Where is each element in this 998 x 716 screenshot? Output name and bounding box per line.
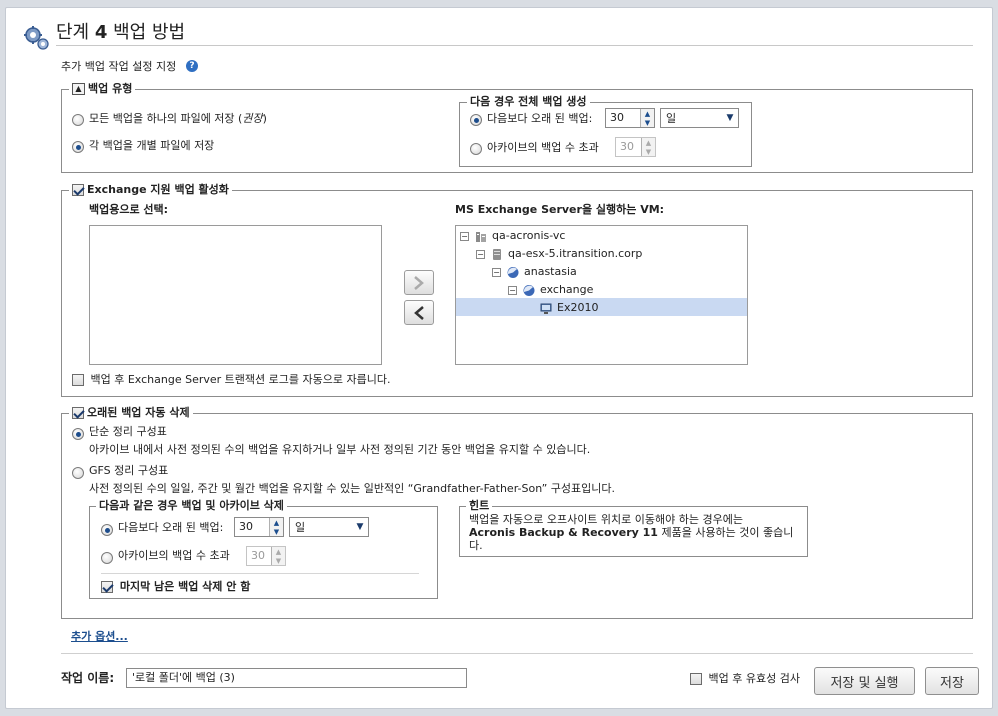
full-count-stepper[interactable]: 30 ▲ ▼: [615, 137, 656, 157]
gfs-scheme-label: GFS 정리 구성표: [89, 464, 169, 477]
help-icon[interactable]: ?: [186, 60, 198, 72]
datacenter-icon: [476, 231, 486, 242]
save-button[interactable]: 저장: [925, 667, 979, 695]
spin-down-icon: ▼: [275, 556, 282, 565]
separate-files-label: 각 백업을 개별 파일에 저장: [89, 139, 215, 152]
spin-up-icon[interactable]: ▲: [641, 109, 654, 118]
chevron-right-icon: [414, 275, 424, 290]
vm-tree[interactable]: − qa-acronis-vc − qa-esx-5.itransition.c…: [455, 225, 748, 365]
remove-button[interactable]: [404, 300, 434, 325]
simple-scheme-label: 단순 정리 구성표: [89, 425, 167, 438]
resource-pool-icon: [523, 284, 535, 296]
select-for-backup-label: 백업용으로 선택:: [89, 203, 169, 216]
chevron-down-icon: ▼: [726, 113, 734, 123]
tree-node-selected[interactable]: Ex2010: [540, 301, 598, 315]
backup-type-legend: ▲ 백업 유형: [69, 82, 136, 96]
truncate-logs-checkbox[interactable]: [72, 374, 84, 386]
page-subtitle: 추가 백업 작업 설정 지정 ?: [61, 60, 198, 74]
full-older-radio[interactable]: [470, 114, 482, 126]
resource-pool-icon: [507, 266, 519, 278]
full-count-label: 아카이브의 백업 수 초과: [487, 141, 599, 154]
full-backup-legend: 다음 경우 전체 백업 생성: [467, 95, 590, 109]
tree-node[interactable]: exchange: [523, 283, 593, 297]
validate-checkbox[interactable]: [690, 673, 702, 685]
delete-older-unit-select[interactable]: 일 ▼: [289, 517, 369, 537]
task-name-label: 작업 이름:: [61, 671, 115, 685]
spin-down-icon[interactable]: ▼: [641, 118, 654, 127]
delete-older-radio[interactable]: [101, 524, 113, 536]
selected-vms-list[interactable]: [89, 225, 382, 365]
gear-icon: [24, 26, 49, 50]
collapse-icon[interactable]: −: [492, 268, 501, 277]
spin-up-icon: ▲: [645, 138, 652, 147]
cleanup-legend: 오래된 백업 자동 삭제: [69, 406, 193, 420]
collapse-icon[interactable]: −: [508, 286, 517, 295]
delete-count-stepper[interactable]: 30 ▲ ▼: [246, 546, 286, 566]
cleanup-enable-checkbox[interactable]: [72, 407, 84, 419]
keep-last-option: 마지막 남은 백업 삭제 안 함: [101, 580, 250, 594]
hint-legend: 힌트: [466, 499, 493, 513]
separate-files-radio[interactable]: [72, 141, 84, 153]
single-file-label: 모든 백업을 하나의 파일에 저장 (권장): [89, 112, 267, 125]
truncate-logs-option: 백업 후 Exchange Server 트랜잭션 로그를 자동으로 자릅니다.: [72, 373, 390, 387]
exchange-legend: Exchange 지원 백업 활성화: [69, 183, 232, 197]
validate-option: 백업 후 유효성 검사: [690, 672, 800, 686]
gfs-scheme-radio[interactable]: [72, 467, 84, 479]
delete-older-label: 다음보다 오래 된 백업:: [118, 521, 224, 534]
collapse-icon[interactable]: ▲: [72, 83, 85, 95]
single-file-radio[interactable]: [72, 114, 84, 126]
tree-node[interactable]: qa-esx-5.itransition.corp: [491, 247, 642, 261]
full-older-stepper[interactable]: 30 ▲ ▼: [605, 108, 655, 128]
tree-node[interactable]: anastasia: [507, 265, 577, 279]
collapse-icon[interactable]: −: [476, 250, 485, 259]
gfs-scheme-desc: 사전 정의된 수의 일일, 주간 및 월간 백업을 유지할 수 있는 일반적인 …: [89, 482, 615, 495]
page-title: 단계 4 백업 방법: [56, 22, 186, 43]
spin-up-icon: ▲: [275, 547, 282, 556]
spin-down-icon[interactable]: ▼: [270, 527, 283, 536]
chevron-down-icon: ▼: [356, 522, 364, 532]
collapse-icon[interactable]: −: [460, 232, 469, 241]
vm-list-label: MS Exchange Server을 실행하는 VM:: [455, 203, 665, 216]
footer-divider: [61, 653, 973, 654]
task-name-input[interactable]: '로컬 폴더'에 백업 (3): [126, 668, 467, 688]
spin-up-icon[interactable]: ▲: [270, 518, 283, 527]
full-older-label: 다음보다 오래 된 백업:: [487, 112, 593, 125]
delete-divider: [101, 573, 419, 574]
delete-older-stepper[interactable]: 30 ▲ ▼: [234, 517, 284, 537]
spin-down-icon: ▼: [645, 147, 652, 156]
full-older-unit-select[interactable]: 일 ▼: [660, 108, 739, 128]
delete-count-radio[interactable]: [101, 552, 113, 564]
hint-line-1: 백업을 자동으로 오프사이트 위치로 이동해야 하는 경우에는: [469, 513, 743, 526]
exchange-enable-checkbox[interactable]: [72, 184, 84, 196]
simple-scheme-radio[interactable]: [72, 428, 84, 440]
hint-line-2: Acronis Backup & Recovery 11 제품을 사용하는 것이…: [469, 526, 794, 539]
vm-icon: [540, 303, 552, 314]
keep-last-checkbox[interactable]: [101, 581, 113, 593]
full-count-radio[interactable]: [470, 143, 482, 155]
save-and-run-button[interactable]: 저장 및 실행: [814, 667, 915, 695]
server-icon: [493, 248, 501, 260]
more-options-link[interactable]: 추가 옵션...: [71, 630, 128, 644]
hint-line-3: 다.: [469, 539, 483, 552]
delete-count-label: 아카이브의 백업 수 초과: [118, 549, 230, 562]
title-divider: [56, 45, 973, 46]
add-button[interactable]: [404, 270, 434, 295]
simple-scheme-desc: 아카이브 내에서 사전 정의된 수의 백업을 유지하거나 일부 사전 정의된 기…: [89, 443, 591, 456]
chevron-left-icon: [414, 305, 424, 320]
tree-node[interactable]: qa-acronis-vc: [475, 229, 565, 243]
delete-legend: 다음과 같은 경우 백업 및 아카이브 삭제: [96, 499, 287, 513]
tree-selection: [456, 298, 747, 316]
